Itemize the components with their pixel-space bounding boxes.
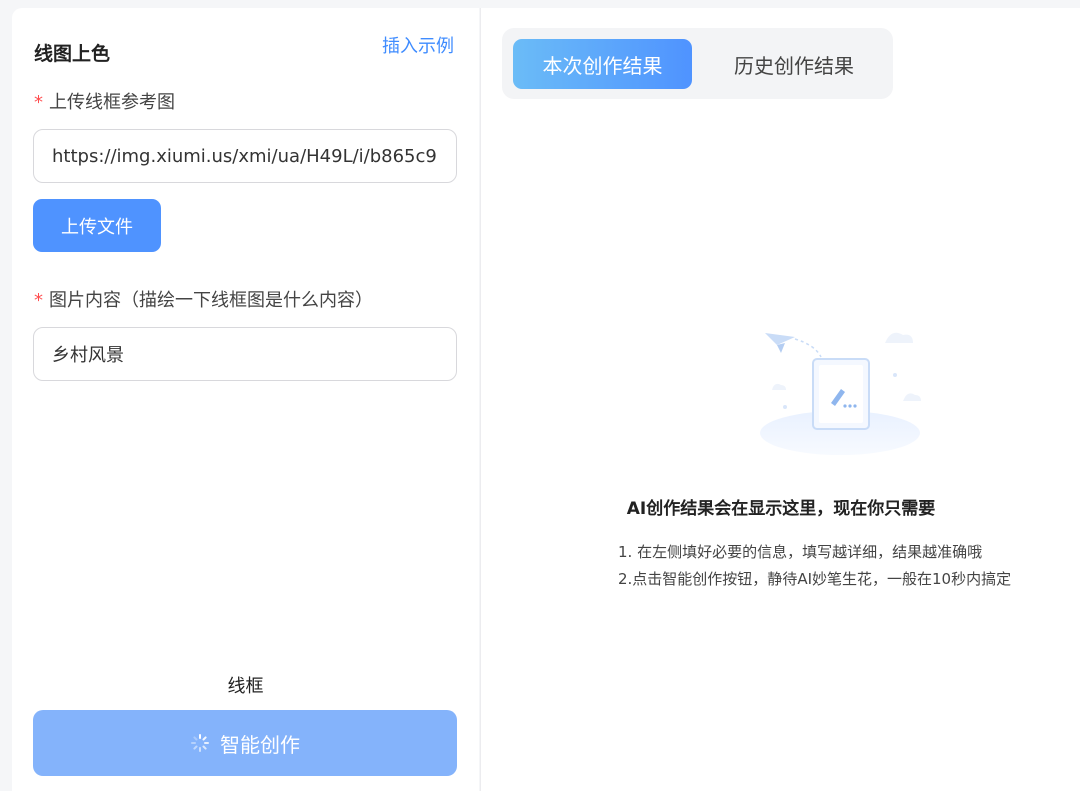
result-panel: 本次创作结果 历史创作结果 AI创作结果会在显示这里，现在你只需要 1. 在左侧…	[480, 8, 1080, 791]
smart-create-label: 智能创作	[220, 732, 300, 757]
image-content-label: * 图片内容（描绘一下线框图是什么内容）	[34, 286, 373, 312]
smart-create-button[interactable]: 智能创作	[33, 710, 457, 776]
required-mark: *	[34, 290, 43, 311]
wireframe-url-input[interactable]	[33, 129, 457, 183]
insert-example-link[interactable]: 插入示例	[382, 32, 454, 58]
tip-item: 2.点击智能创作按钮，静待AI妙笔生花，一般在10秒内搞定	[618, 570, 1012, 588]
empty-state-illustration	[755, 315, 925, 455]
empty-state-tips: 1. 在左侧填好必要的信息，填写越详细，结果越准确哦 2.点击智能创作按钮，静待…	[618, 539, 1011, 593]
upload-file-button[interactable]: 上传文件	[33, 199, 161, 252]
tab-history-result[interactable]: 历史创作结果	[702, 39, 886, 89]
image-content-input[interactable]	[33, 327, 457, 381]
loading-spinner-icon	[190, 733, 210, 753]
app-root: 线图上色 插入示例 * 上传线框参考图 上传文件 * 图片内容（描绘一下线框图是什么…	[0, 0, 1080, 791]
left-form-panel: 线图上色 插入示例 * 上传线框参考图 上传文件 * 图片内容（描绘一下线框图是什么…	[12, 8, 479, 791]
style-label: 线框	[227, 676, 264, 697]
wireframe-upload-label-text: 上传线框参考图	[49, 92, 175, 113]
tab-current-result[interactable]: 本次创作结果	[513, 39, 692, 89]
empty-state-title: AI创作结果会在显示这里，现在你只需要	[626, 499, 936, 519]
wireframe-upload-label: * 上传线框参考图	[34, 88, 175, 114]
image-content-label-text: 图片内容（描绘一下线框图是什么内容）	[49, 290, 373, 311]
result-tab-bar: 本次创作结果 历史创作结果	[502, 28, 893, 99]
panel-title: 线图上色	[34, 43, 111, 65]
tip-item: 1. 在左侧填好必要的信息，填写越详细，结果越准确哦	[618, 543, 983, 561]
required-mark: *	[34, 92, 43, 113]
